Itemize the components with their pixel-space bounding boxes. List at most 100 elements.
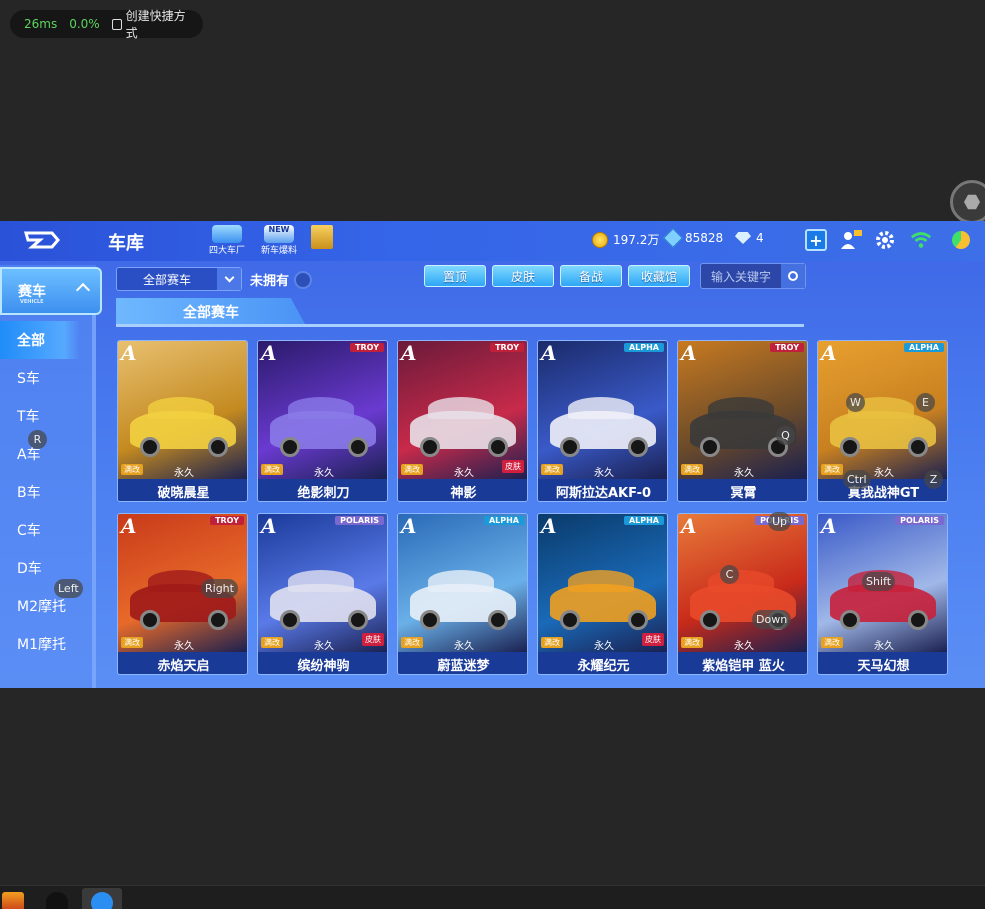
car-card[interactable]: A TROY 满改 永久 冥霄	[677, 340, 808, 502]
not-owned-toggle[interactable]: 未拥有	[250, 270, 313, 289]
wheel-icon	[280, 610, 300, 630]
collection-button[interactable]: 收藏馆	[628, 265, 690, 287]
car-image	[258, 341, 387, 479]
key-hint-overlay: E	[916, 393, 935, 412]
sidebar-item[interactable]: C车	[0, 511, 96, 549]
key-hint-overlay: Left	[54, 579, 83, 598]
fully-upgraded-badge: 满改	[821, 637, 843, 648]
car-image	[678, 341, 807, 479]
sidebar-item[interactable]: B车	[0, 473, 96, 511]
car-card[interactable]: A POLARIS 满改 永久 皮肤 缤纷神驹	[257, 513, 388, 675]
rank-a-badge: A	[261, 341, 277, 365]
sidebar-item[interactable]: S车	[0, 359, 96, 397]
fully-upgraded-badge: 满改	[121, 464, 143, 475]
settings-gear-icon[interactable]	[874, 229, 896, 251]
wheel-icon	[700, 610, 720, 630]
wheel-icon	[280, 437, 300, 457]
sidebar: 赛车 VEHICLE 全部 S车 T车 A车 B车 C车 D车 M2摩托 M1摩托	[0, 265, 102, 688]
taskbar-active-app[interactable]	[82, 888, 122, 909]
permanent-label: 永久	[874, 468, 894, 479]
add-currency-icon[interactable]: +	[805, 229, 827, 251]
sidebar-item[interactable]: D车	[0, 549, 96, 587]
car-card[interactable]: A POLARIS 满改 永久 紫焰铠甲 蓝火	[677, 513, 808, 675]
wheel-icon	[700, 437, 720, 457]
fully-upgraded-badge: 满改	[681, 464, 703, 475]
section-header: 全部赛车	[116, 298, 306, 326]
brand-badge: TROY	[350, 343, 384, 352]
coin-balance: 197.2万	[592, 231, 659, 248]
brand-badge: TROY	[490, 343, 524, 352]
brand-badge: ALPHA	[623, 516, 664, 525]
new-car-news-button[interactable]: NEW 新车爆料	[257, 225, 301, 257]
page-title: 车库	[108, 233, 144, 254]
brand-badge: TROY	[770, 343, 804, 352]
gift-button[interactable]	[300, 225, 344, 257]
car-name: 紫焰铠甲 蓝火	[678, 652, 807, 674]
qq-icon[interactable]	[46, 892, 68, 909]
car-image	[538, 341, 667, 479]
car-card[interactable]: A 满改 永久 破晓晨星	[117, 340, 248, 502]
brand-badge: TROY	[210, 516, 244, 525]
brand-badge: ALPHA	[903, 343, 944, 352]
browser-icon	[91, 892, 113, 909]
pin-top-button[interactable]: 置顶	[424, 265, 486, 287]
car-image	[678, 514, 807, 652]
car-factory-button[interactable]: 四大车厂	[205, 225, 249, 257]
car-card[interactable]: A ALPHA 满改 永久 阿斯拉达AKF-0	[537, 340, 668, 502]
car-card[interactable]: A POLARIS 满改 永久 天马幻想	[817, 513, 948, 675]
fully-upgraded-badge: 满改	[541, 464, 563, 475]
wheel-icon	[140, 437, 160, 457]
shortcut-icon	[111, 18, 122, 30]
fully-upgraded-badge: 满改	[821, 464, 843, 475]
game-logo-icon[interactable]	[24, 229, 62, 251]
permanent-label: 永久	[874, 641, 894, 652]
car-name: 绝影刺刀	[258, 479, 387, 501]
car-card[interactable]: A TROY 满改 永久 皮肤 神影	[397, 340, 528, 502]
car-name: 蔚蓝迷梦	[398, 652, 527, 674]
sidebar-item[interactable]: 全部	[0, 321, 80, 359]
sidebar-item[interactable]: A车	[0, 435, 96, 473]
wheel-icon	[488, 437, 508, 457]
skin-badge: 皮肤	[362, 633, 384, 646]
search-input[interactable]: 输入关键字	[700, 263, 806, 289]
floating-menu-button[interactable]	[950, 180, 985, 224]
chevron-down-icon	[217, 268, 241, 290]
friends-icon[interactable]	[840, 229, 862, 251]
car-name: 永耀纪元	[538, 652, 667, 674]
key-hint-overlay: Up	[768, 512, 792, 531]
rank-a-badge: A	[261, 514, 277, 538]
car-name: 赤焰天启	[118, 652, 247, 674]
car-name: 破晓晨星	[118, 479, 247, 501]
wheel-icon	[840, 610, 860, 630]
wheel-icon	[208, 437, 228, 457]
skin-button[interactable]: 皮肤	[492, 265, 554, 287]
rank-a-badge: A	[541, 341, 557, 365]
car-filter-dropdown[interactable]: 全部赛车	[116, 267, 242, 291]
car-card[interactable]: A TROY 满改 永久 绝影刺刀	[257, 340, 388, 502]
key-hint-overlay: Right	[201, 579, 238, 598]
chevron-up-icon	[75, 282, 91, 298]
game-screen: 车库 四大车厂 NEW 新车爆料 197.2万 85828 4 + 赛车 VEH…	[0, 221, 985, 688]
car-image	[258, 514, 387, 652]
wheel-icon	[560, 437, 580, 457]
permanent-label: 永久	[174, 468, 194, 479]
sidebar-item[interactable]: T车	[0, 397, 96, 435]
category-tab-vehicle[interactable]: 赛车 VEHICLE	[0, 267, 102, 315]
percent-text: 0.0%	[69, 17, 100, 31]
coin-icon	[592, 231, 608, 248]
wheel-icon	[348, 610, 368, 630]
car-image	[118, 341, 247, 479]
car-card[interactable]: A ALPHA 满改 永久 蔚蓝迷梦	[397, 513, 528, 675]
wheel-icon	[908, 437, 928, 457]
taskbar-app-icon[interactable]	[2, 892, 24, 909]
car-name: 冥霄	[678, 479, 807, 501]
car-card[interactable]: A ALPHA 满改 永久 皮肤 永耀纪元	[537, 513, 668, 675]
wheel-icon	[560, 610, 580, 630]
rank-a-badge: A	[401, 341, 417, 365]
key-hint-overlay: R	[28, 430, 47, 449]
create-shortcut-button[interactable]: 创建快捷方式	[111, 7, 189, 41]
search-icon[interactable]	[781, 264, 805, 288]
prepare-button[interactable]: 备战	[560, 265, 622, 287]
rank-a-badge: A	[121, 341, 137, 365]
sidebar-item[interactable]: M1摩托	[0, 625, 96, 663]
